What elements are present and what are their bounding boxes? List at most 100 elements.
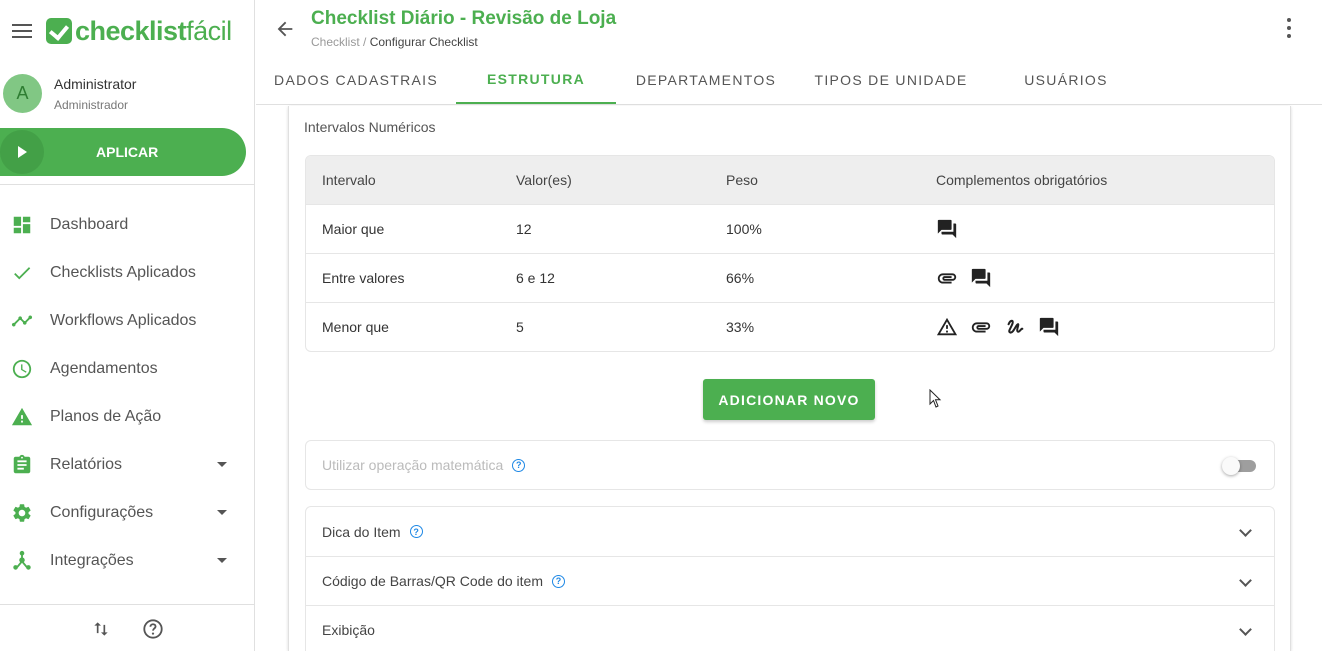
tab-dados-cadastrais[interactable]: DADOS CADASTRAIS <box>256 55 456 104</box>
tab-bar: DADOS CADASTRAIS ESTRUTURA DEPARTAMENTOS… <box>256 55 1146 105</box>
sidebar-item-label: Planos de Ação <box>50 408 162 425</box>
chevron-down-icon <box>1239 574 1252 587</box>
breadcrumb-root[interactable]: Checklist <box>311 35 360 49</box>
chevron-down-icon <box>1239 524 1252 537</box>
breadcrumb: Checklist / Configurar Checklist <box>311 35 478 49</box>
section-title: Intervalos Numéricos <box>304 119 436 135</box>
math-operation-toggle[interactable] <box>1222 457 1258 475</box>
divider <box>0 604 254 605</box>
cell-complements <box>936 316 1274 338</box>
sidebar-item-schedules[interactable]: Agendamentos <box>0 345 254 393</box>
accordion-label: Exibição <box>322 622 375 638</box>
swap-icon[interactable] <box>88 616 114 642</box>
table-row[interactable]: Maior que 12 100% <box>306 204 1274 253</box>
sidebar-item-integrations[interactable]: Integrações <box>0 537 254 585</box>
accordion-item-display[interactable]: Exibição <box>306 605 1274 651</box>
sidebar-item-label: Workflows Aplicados <box>50 312 197 329</box>
header-complements: Complementos obrigatórios <box>936 172 1108 188</box>
comment-icon <box>1039 317 1059 337</box>
table-row[interactable]: Menor que 5 33% <box>306 302 1274 351</box>
gear-icon <box>11 502 33 524</box>
cell-interval: Maior que <box>322 221 385 237</box>
apply-label: APLICAR <box>96 144 159 160</box>
accordion-label: Dica do Item <box>322 523 401 540</box>
more-vert-icon[interactable] <box>1286 18 1292 38</box>
dashboard-icon <box>11 214 33 236</box>
sidebar-footer <box>0 616 254 642</box>
caret-down-icon <box>217 510 227 515</box>
apply-button[interactable]: APLICAR <box>0 128 246 176</box>
attachment-icon <box>937 273 957 284</box>
intervals-table: Intervalo Valor(es) Peso Complementos ob… <box>305 155 1275 352</box>
sidebar-item-label: Checklists Aplicados <box>50 264 196 281</box>
mouse-cursor-icon <box>929 389 942 408</box>
check-icon <box>11 262 33 284</box>
cell-complements <box>936 218 1274 240</box>
sidebar-item-label: Relatórios <box>50 456 123 473</box>
sidebar-item-dashboard[interactable]: Dashboard <box>0 201 254 249</box>
user-profile[interactable]: A Administrator Administrador <box>0 62 254 118</box>
tab-tipos-de-unidade[interactable]: TIPOS DE UNIDADE <box>796 55 986 104</box>
avatar: A <box>3 74 42 113</box>
page-header: Checklist Diário - Revisão de Loja Check… <box>256 0 1322 105</box>
attachment-icon <box>971 322 991 333</box>
cell-weight: 66% <box>726 270 755 286</box>
sidebar-nav: Dashboard Checklists Aplicados Workflows… <box>0 201 254 585</box>
menu-icon[interactable] <box>12 24 32 38</box>
back-arrow-icon[interactable] <box>274 18 296 40</box>
toggle-knob <box>1222 457 1240 475</box>
main-content: Intervalos Numéricos Intervalo Valor(es)… <box>288 106 1291 651</box>
logo-text: checklistfácil <box>75 15 232 46</box>
caret-down-icon <box>217 462 227 467</box>
cell-complements <box>936 267 1274 289</box>
cell-interval: Menor que <box>322 319 389 335</box>
tab-departamentos[interactable]: DEPARTAMENTOS <box>616 55 796 104</box>
comment-icon <box>971 268 991 288</box>
sidebar-item-checklists[interactable]: Checklists Aplicados <box>0 249 254 297</box>
trending-icon <box>11 310 33 332</box>
comment-icon <box>937 219 957 239</box>
math-operation-label: Utilizar operação matemática <box>322 457 504 473</box>
accordion-item-barcode[interactable]: Código de Barras/QR Code do item ? <box>306 556 1274 605</box>
help-icon[interactable]: ? <box>552 574 565 588</box>
header-interval: Intervalo <box>322 172 376 188</box>
warning-icon <box>936 317 958 336</box>
header-values: Valor(es) <box>516 172 572 188</box>
table-row[interactable]: Entre valores 6 e 12 66% <box>306 253 1274 302</box>
accordion-label: Código de Barras/QR Code do item <box>322 573 543 589</box>
tab-estrutura[interactable]: ESTRUTURA <box>456 55 616 104</box>
warning-icon <box>11 406 33 428</box>
header-weight: Peso <box>726 172 758 188</box>
cell-weight: 100% <box>726 221 762 237</box>
page-title: Checklist Diário - Revisão de Loja <box>311 8 617 29</box>
cell-values: 6 e 12 <box>516 270 555 286</box>
sidebar-item-action-plans[interactable]: Planos de Ação <box>0 393 254 441</box>
signature-icon <box>1007 319 1024 334</box>
accordion: Dica do Item ? Código de Barras/QR Code … <box>305 506 1275 651</box>
tab-usuarios[interactable]: USUÁRIOS <box>986 55 1146 104</box>
play-icon <box>0 130 44 174</box>
sidebar-item-workflows[interactable]: Workflows Aplicados <box>0 297 254 345</box>
help-icon[interactable]: ? <box>409 525 423 538</box>
user-role: Administrador <box>54 97 129 112</box>
logo[interactable]: checklistfácil <box>46 16 232 47</box>
user-name: Administrator <box>54 75 137 92</box>
caret-down-icon <box>217 558 227 563</box>
logo-check-icon <box>46 18 72 44</box>
clock-icon <box>11 358 33 380</box>
add-new-button[interactable]: ADICIONAR NOVO <box>703 379 875 420</box>
sidebar-item-label: Configurações <box>50 504 154 521</box>
help-circle-icon[interactable] <box>140 616 166 642</box>
math-operation-row: Utilizar operação matemática ? <box>305 440 1275 490</box>
help-icon[interactable]: ? <box>512 458 526 472</box>
hub-icon <box>11 550 33 572</box>
table-header: Intervalo Valor(es) Peso Complementos ob… <box>306 156 1274 204</box>
accordion-item-tip[interactable]: Dica do Item ? <box>306 507 1274 556</box>
breadcrumb-current: Configurar Checklist <box>369 35 478 49</box>
sidebar-item-reports[interactable]: Relatórios <box>0 441 254 489</box>
divider <box>0 184 254 185</box>
sidebar-item-settings[interactable]: Configurações <box>0 489 254 537</box>
sidebar-topbar: checklistfácil <box>0 0 254 62</box>
chevron-down-icon <box>1239 623 1252 636</box>
cell-interval: Entre valores <box>322 270 405 286</box>
